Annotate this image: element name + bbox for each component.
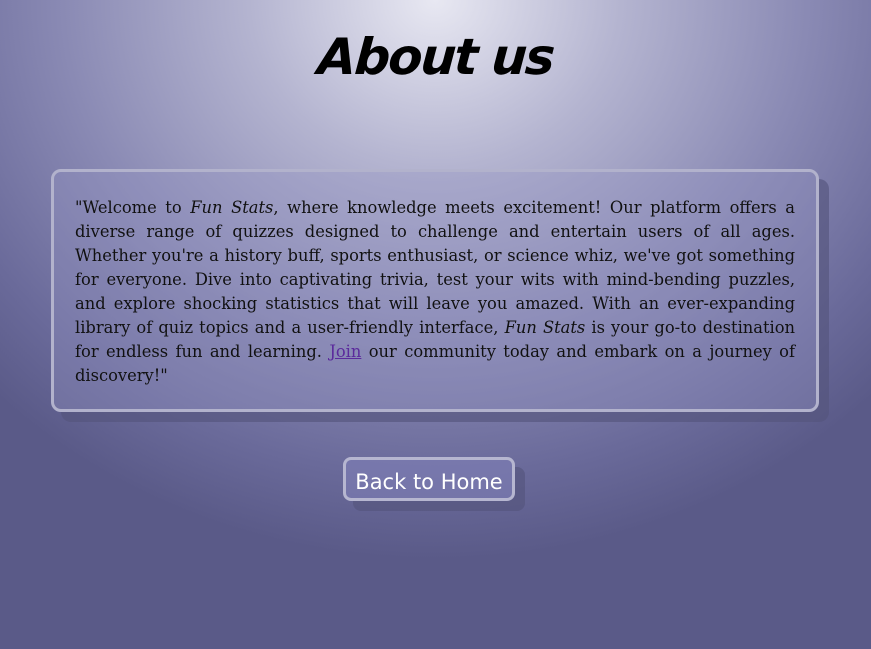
- about-text: "Welcome to Fun Stats, where knowledge m…: [75, 196, 795, 388]
- about-intro: "Welcome to: [75, 198, 191, 217]
- about-body: , where knowledge meets excitement! Our …: [75, 198, 796, 337]
- brand-name-2: Fun Stats: [504, 318, 586, 337]
- brand-name: Fun Stats: [190, 198, 274, 217]
- join-link[interactable]: Join: [329, 342, 361, 361]
- page-title: About us: [315, 28, 556, 86]
- back-to-home-button[interactable]: Back to Home: [343, 457, 515, 501]
- about-card: "Welcome to Fun Stats, where knowledge m…: [51, 169, 819, 412]
